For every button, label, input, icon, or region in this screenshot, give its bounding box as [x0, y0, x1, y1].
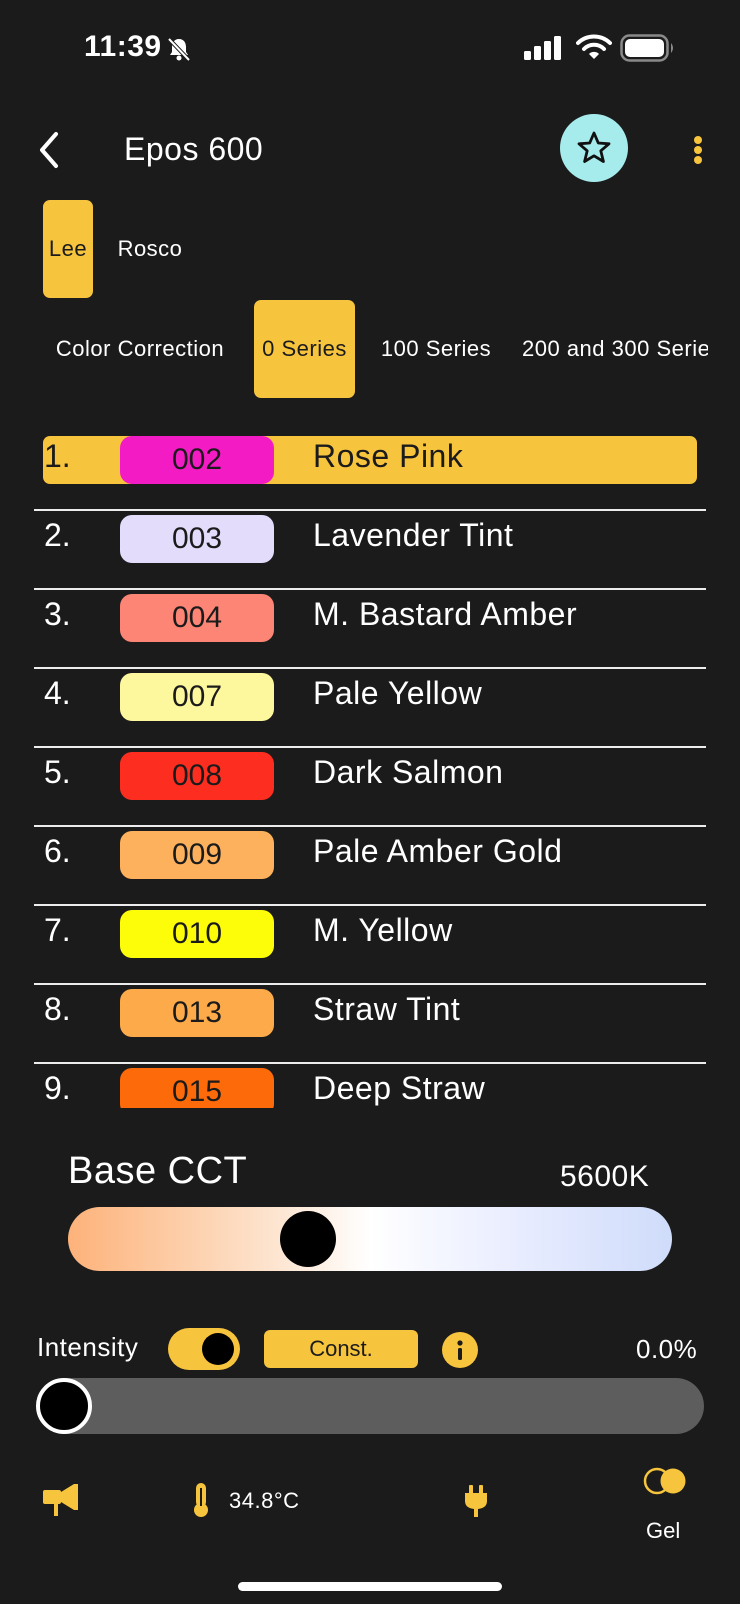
- list-item[interactable]: 4. 007 Pale Yellow: [34, 669, 706, 748]
- intensity-mode-button[interactable]: Const.: [264, 1330, 418, 1368]
- gel-index: 7.: [44, 912, 71, 948]
- bell-slash-icon: [166, 36, 192, 67]
- gel-name: Pale Yellow: [313, 675, 483, 711]
- power-plug-icon[interactable]: [464, 1484, 488, 1523]
- light-fixture-icon[interactable]: [42, 1482, 82, 1523]
- favorite-button[interactable]: [560, 114, 628, 182]
- back-chevron-icon[interactable]: [32, 128, 72, 172]
- list-item[interactable]: 8. 013 Straw Tint: [34, 985, 706, 1064]
- gel-circles-icon[interactable]: [642, 1466, 688, 1501]
- gel-index: 9.: [44, 1070, 71, 1106]
- series-tab-color-correction[interactable]: Color Correction: [42, 300, 238, 398]
- temperature-readout: 34.8°C: [229, 1488, 300, 1513]
- page-title: Epos 600: [124, 131, 264, 167]
- intensity-toggle[interactable]: [168, 1328, 240, 1370]
- gel-tab-label[interactable]: Gel: [646, 1518, 680, 1544]
- gel-name: M. Yellow: [313, 912, 453, 948]
- gel-name: Rose Pink: [313, 438, 464, 474]
- intensity-label: Intensity: [37, 1332, 139, 1362]
- series-tab-200-300-series[interactable]: 200 and 300 Series: [522, 300, 708, 398]
- gel-code-swatch: 008: [120, 752, 274, 800]
- star-icon: [577, 131, 611, 163]
- cct-slider-thumb[interactable]: [280, 1211, 336, 1267]
- gel-code-swatch: 010: [120, 910, 274, 958]
- gel-index: 5.: [44, 754, 71, 790]
- cct-slider[interactable]: [68, 1207, 672, 1271]
- brand-tab-rosco[interactable]: Rosco: [108, 200, 192, 298]
- gel-code-swatch: 004: [120, 594, 274, 642]
- intensity-slider[interactable]: [38, 1378, 704, 1434]
- gel-code-swatch: 002: [120, 436, 274, 484]
- series-tab-100-series[interactable]: 100 Series: [370, 300, 502, 398]
- list-item[interactable]: 3. 004 M. Bastard Amber: [34, 590, 706, 669]
- gel-index: 4.: [44, 675, 71, 711]
- list-item[interactable]: 6. 009 Pale Amber Gold: [34, 827, 706, 906]
- gel-code-swatch: 007: [120, 673, 274, 721]
- list-item[interactable]: 9. 015 Deep Straw: [34, 1064, 706, 1108]
- gel-index: 2.: [44, 517, 71, 553]
- brand-tab-lee[interactable]: Lee: [43, 200, 93, 298]
- series-tabs: Color Correction 0 Series 100 Series 200…: [0, 300, 708, 400]
- gel-name: Lavender Tint: [313, 517, 514, 553]
- intensity-slider-thumb[interactable]: [36, 1378, 92, 1434]
- thermometer-icon: [190, 1482, 212, 1523]
- list-item[interactable]: 1. 002 Rose Pink: [34, 432, 706, 511]
- wifi-icon: [576, 34, 612, 65]
- home-indicator: [238, 1582, 502, 1591]
- cct-label: Base CCT: [68, 1150, 248, 1192]
- series-tab-0-series[interactable]: 0 Series: [254, 300, 355, 398]
- cellular-signal-icon: [524, 36, 564, 65]
- intensity-value: 0.0%: [636, 1334, 698, 1364]
- more-vertical-icon[interactable]: [688, 130, 708, 170]
- gel-index: 8.: [44, 991, 71, 1027]
- cct-value: 5600K: [560, 1160, 650, 1193]
- gel-name: Deep Straw: [313, 1070, 486, 1106]
- gel-code-swatch: 009: [120, 831, 274, 879]
- gel-code-swatch: 013: [120, 989, 274, 1037]
- gel-index: 3.: [44, 596, 71, 632]
- battery-icon: [620, 34, 676, 67]
- gel-name: Dark Salmon: [313, 754, 504, 790]
- gel-name: Pale Amber Gold: [313, 833, 563, 869]
- list-item[interactable]: 7. 010 M. Yellow: [34, 906, 706, 985]
- status-time: 11:39: [84, 30, 162, 63]
- gel-name: M. Bastard Amber: [313, 596, 578, 632]
- gel-name: Straw Tint: [313, 991, 461, 1027]
- list-item[interactable]: 5. 008 Dark Salmon: [34, 748, 706, 827]
- gel-code-swatch: 003: [120, 515, 274, 563]
- gel-index: 1.: [44, 438, 71, 474]
- gel-index: 6.: [44, 833, 71, 869]
- gel-list: 1. 002 Rose Pink 2. 003 Lavender Tint 3.…: [34, 432, 706, 1108]
- info-icon[interactable]: [442, 1332, 478, 1368]
- list-item[interactable]: 2. 003 Lavender Tint: [34, 511, 706, 590]
- gel-code-swatch: 015: [120, 1068, 274, 1108]
